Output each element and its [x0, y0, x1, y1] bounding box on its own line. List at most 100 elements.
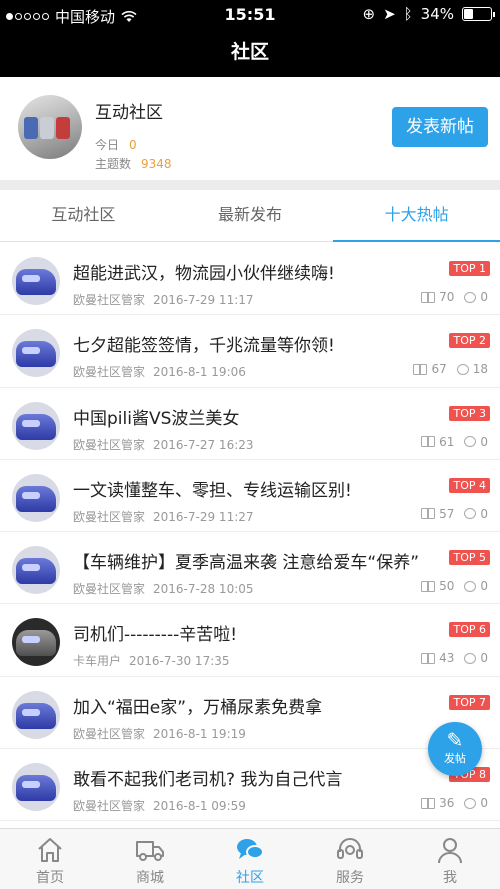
post-author: 欧曼社区管家: [73, 437, 146, 452]
post-counts: 67 18: [413, 362, 488, 376]
chat-icon: [237, 839, 264, 859]
truck-avatar: [12, 401, 60, 450]
post-meta: 欧曼社区管家 2016-7-29 11:27: [73, 508, 254, 525]
post-meta: 欧曼社区管家 2016-7-27 16:23: [73, 436, 254, 453]
post-meta: 欧曼社区管家 2016-8-1 09:59: [73, 797, 246, 814]
post-date: 2016-8-1 19:06: [153, 365, 246, 380]
post-list: 超能进武汉，物流园小伙伴继续嗨! 欧曼社区管家 2016-7-29 11:17 T…: [0, 243, 500, 822]
tab-mall-label: 商城: [136, 870, 164, 886]
rank-badge: TOP 2: [449, 333, 490, 349]
post-date: 2016-7-29 11:27: [153, 509, 254, 524]
post-meta: 欧曼社区管家 2016-8-1 19:19: [73, 725, 246, 742]
battery-percent: 34%: [420, 5, 454, 23]
status-bar: 中国移动 15:51 ⊕ ➤ ᛒ 34%: [0, 0, 500, 30]
post-title: 司机们---------辛苦啦!: [73, 625, 238, 646]
comment-count: 0: [480, 579, 488, 594]
today-value: 0: [129, 138, 137, 152]
list-item[interactable]: 【车辆维护】夏季高温来袭 注意给爱车“保养” 欧曼社区管家 2016-7-28 1…: [0, 532, 500, 605]
comment-count: 0: [480, 290, 488, 304]
tab-mall[interactable]: 商城: [100, 829, 200, 889]
tab-community[interactable]: 社区: [200, 829, 300, 889]
community-avatar: [18, 95, 82, 159]
view-count: 61: [439, 434, 455, 449]
comment-count: 0: [480, 651, 488, 666]
post-title: 敢看不起我们老司机? 我为自己代言: [73, 770, 343, 791]
list-item[interactable]: 一文读懂整车、零担、专线运输区别! 欧曼社区管家 2016-7-29 11:27 …: [0, 460, 500, 533]
tab-me[interactable]: 我: [400, 829, 500, 889]
list-item[interactable]: 司机们---------辛苦啦! 卡车用户 2016-7-30 17:35 TOP…: [0, 604, 500, 677]
location-icon: ➤: [383, 5, 396, 23]
view-count: 50: [439, 579, 455, 594]
battery-icon: [462, 7, 495, 21]
comment-count: 0: [480, 506, 488, 521]
tab-bar-top: 互动社区 最新发布 十大热帖: [0, 190, 500, 242]
post-author: 欧曼社区管家: [73, 799, 146, 814]
truck-avatar: [12, 690, 60, 739]
truck-avatar: [12, 763, 60, 812]
post-meta: 卡车用户 2016-7-30 17:35: [73, 652, 230, 669]
book-icon: [421, 652, 436, 664]
post-title: 超能进武汉，物流园小伙伴继续嗨!: [73, 264, 335, 284]
post-counts: 36 0: [421, 796, 488, 810]
list-item[interactable]: 七夕超能签签情，千兆流量等你领! 欧曼社区管家 2016-8-1 19:06 TO…: [0, 315, 500, 388]
topics-value: 9348: [141, 157, 172, 171]
view-count: 43: [439, 651, 455, 666]
post-counts: 57 0: [421, 507, 488, 521]
user-icon: [438, 838, 462, 864]
list-item[interactable]: 超能进武汉，物流园小伙伴继续嗨! 欧曼社区管家 2016-7-29 11:17 T…: [0, 243, 500, 316]
book-icon: [413, 363, 428, 375]
section-divider: [0, 180, 500, 190]
today-stat: 今日 0: [95, 136, 137, 153]
truck-avatar: [12, 546, 60, 595]
list-item[interactable]: 加入“福田e家”，万桶尿素免费拿 欧曼社区管家 2016-8-1 19:19 TO…: [0, 677, 500, 750]
post-author: 卡车用户: [73, 654, 122, 669]
list-item[interactable]: 中国pili酱VS波兰美女 欧曼社区管家 2016-7-27 16:23 TOP …: [0, 388, 500, 460]
view-count: 36: [439, 796, 455, 811]
tab-top-ten[interactable]: 十大热帖: [333, 190, 500, 242]
tab-interactive-community[interactable]: 互动社区: [0, 190, 167, 241]
truck-avatar: [12, 473, 60, 522]
post-counts: 43 0: [421, 651, 488, 665]
post-author: 欧曼社区管家: [73, 582, 146, 597]
rank-badge: TOP 1: [449, 261, 490, 276]
comment-count: 18: [472, 362, 488, 377]
tab-latest[interactable]: 最新发布: [167, 190, 334, 241]
post-date: 2016-7-29 11:17: [153, 293, 254, 307]
list-item[interactable]: 敢看不起我们老司机? 我为自己代言 欧曼社区管家 2016-8-1 09:59 T…: [0, 749, 500, 822]
post-date: 2016-7-28 10:05: [153, 582, 254, 597]
headset-icon: [337, 838, 363, 859]
community-name: 互动社区: [95, 103, 163, 123]
tab-home-label: 首页: [36, 870, 64, 886]
tab-home[interactable]: 首页: [0, 829, 100, 889]
book-icon: [421, 291, 436, 303]
post-title: 【车辆维护】夏季高温来袭 注意给爱车“保养”: [73, 553, 420, 574]
post-counts: 70 0: [421, 290, 488, 304]
page-title: 社区: [230, 41, 269, 63]
bottom-tab-bar: 首页 商城 社区 服务 我: [0, 828, 500, 889]
post-author: 欧曼社区管家: [73, 726, 146, 741]
view-count: 70: [439, 290, 455, 304]
post-meta: 欧曼社区管家 2016-7-29 11:17: [73, 291, 254, 308]
today-label: 今日: [95, 138, 120, 152]
post-date: 2016-8-1 09:59: [153, 799, 246, 814]
rank-badge: TOP 4: [449, 477, 490, 493]
rank-badge: TOP 6: [449, 622, 490, 638]
tab-service-label: 服务: [336, 870, 364, 886]
new-post-button[interactable]: 发表新帖: [392, 107, 488, 147]
rank-badge: TOP 3: [449, 405, 490, 421]
book-icon: [421, 797, 436, 809]
post-date: 2016-7-27 16:23: [153, 437, 254, 452]
post-counts: 50 0: [421, 579, 488, 593]
post-author: 欧曼社区管家: [73, 509, 146, 524]
post-date: 2016-7-30 17:35: [129, 654, 230, 669]
post-title: 加入“福田e家”，万桶尿素免费拿: [73, 697, 323, 718]
post-date: 2016-8-1 19:19: [153, 726, 246, 741]
post-meta: 欧曼社区管家 2016-7-28 10:05: [73, 580, 254, 597]
battery-fill: [464, 9, 473, 19]
tab-service[interactable]: 服务: [300, 829, 400, 889]
compose-fab[interactable]: ✎ 发帖: [428, 722, 482, 776]
post-author: 欧曼社区管家: [73, 293, 146, 307]
bluetooth-icon: ᛒ: [403, 5, 413, 23]
post-title: 一文读懂整车、零担、专线运输区别!: [73, 480, 352, 501]
post-author: 欧曼社区管家: [73, 365, 146, 380]
